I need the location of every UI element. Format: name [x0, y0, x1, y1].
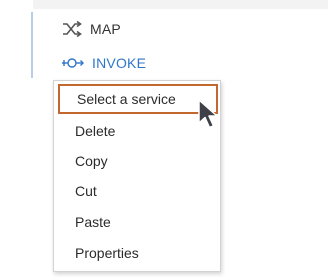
menu-item-label: Properties — [75, 245, 139, 261]
menu-item-label: Copy — [75, 153, 108, 169]
menu-item-label: Select a service — [77, 91, 176, 107]
menu-item-label: Delete — [75, 123, 116, 139]
invoke-service-icon — [61, 55, 85, 71]
tree-item-invoke[interactable]: INVOKE — [61, 52, 146, 74]
menu-item-label: Cut — [75, 183, 97, 199]
menu-item-select-service[interactable]: Select a service — [58, 84, 218, 114]
panel-top-strip — [33, 0, 328, 9]
flow-tree: MAP INVOKE — [31, 12, 328, 78]
tree-item-label: MAP — [90, 21, 121, 37]
menu-item-copy[interactable]: Copy — [54, 146, 220, 176]
tree-item-label: INVOKE — [92, 55, 147, 71]
menu-item-properties[interactable]: Properties — [54, 238, 220, 268]
page: MAP INVOKE Select a service Delete Copy — [0, 0, 328, 278]
menu-item-paste[interactable]: Paste — [54, 207, 220, 237]
menu-item-label: Paste — [75, 214, 111, 230]
shuffle-icon — [61, 20, 83, 38]
menu-item-delete[interactable]: Delete — [54, 116, 220, 146]
menu-item-cut[interactable]: Cut — [54, 176, 220, 206]
mouse-cursor-icon — [198, 99, 218, 129]
tree-item-map[interactable]: MAP — [61, 18, 121, 40]
context-menu: Select a service Delete Copy Cut Paste P… — [53, 80, 221, 272]
